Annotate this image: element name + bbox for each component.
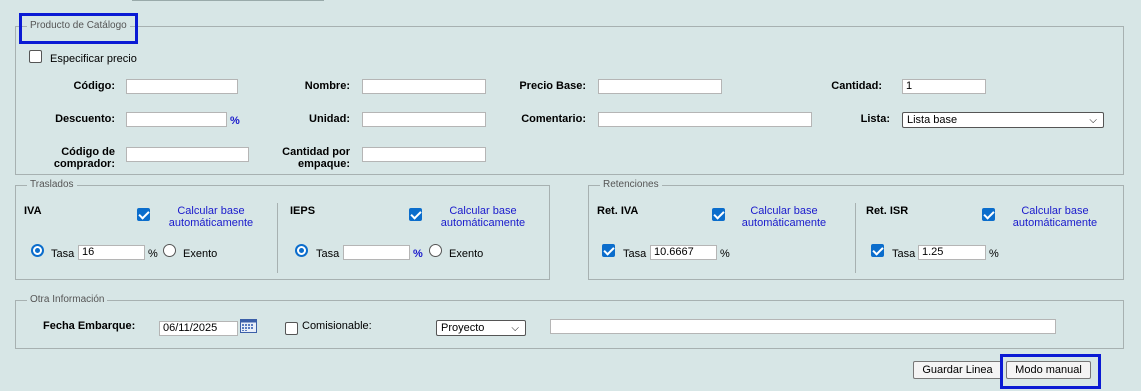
iva-calcular-line1: Calcular base: [177, 205, 245, 217]
ret-iva-calcular-line2: automáticamente: [741, 217, 827, 229]
iva-title: IVA: [24, 205, 42, 217]
cantidad-empaque-input[interactable]: [362, 147, 486, 162]
nombre-label: Nombre:: [304, 80, 350, 92]
codigo-comprador-input[interactable]: [126, 147, 249, 162]
iva-percent: %: [148, 248, 158, 260]
ieps-percent: %: [413, 248, 423, 260]
retenciones-divider: [855, 203, 856, 273]
traslados-divider: [277, 203, 278, 273]
ieps-exento-label: Exento: [449, 248, 484, 260]
ret-iva-calcular-line1: Calcular base: [750, 205, 818, 217]
codigo-input[interactable]: [126, 79, 238, 94]
precio-base-input[interactable]: [598, 79, 722, 94]
ret-iva-percent: %: [720, 248, 730, 260]
unidad-label: Unidad:: [309, 113, 350, 125]
codigo-comprador-label-1: Código de: [61, 146, 115, 158]
iva-tasa-radio[interactable]: [31, 244, 44, 257]
ieps-tasa-radio[interactable]: [295, 244, 308, 257]
nombre-input[interactable]: [362, 79, 486, 94]
descuento-label: Descuento:: [55, 113, 115, 125]
catalog-legend-highlight: [19, 13, 138, 44]
ret-isr-calcular-line2: automáticamente: [1012, 217, 1098, 229]
ieps-calcular-link[interactable]: Calcular base automáticamente: [437, 205, 529, 229]
ieps-calcular-line2: automáticamente: [440, 217, 526, 229]
especificar-precio-label: Especificar precio: [50, 53, 137, 65]
ieps-calcular-checkbox[interactable]: [409, 208, 422, 221]
comisionable-checkbox[interactable]: [285, 322, 298, 335]
cantidad-label: Cantidad:: [831, 80, 882, 92]
comisionable-label: Comisionable:: [302, 320, 372, 332]
otra-legend: Otra Información: [27, 294, 108, 306]
ret-iva-calcular-link[interactable]: Calcular base automáticamente: [738, 205, 830, 229]
cantidad-empaque-label-1: Cantidad por: [282, 146, 350, 158]
top-divider: [132, 0, 324, 1]
proyecto-select[interactable]: Proyecto ⌵: [436, 320, 526, 336]
iva-calcular-link[interactable]: Calcular base automáticamente: [165, 205, 257, 229]
retenciones-legend: Retenciones: [600, 179, 662, 191]
cantidad-empaque-label-2: empaque:: [298, 158, 350, 170]
ret-isr-tasa-label: Tasa: [892, 248, 916, 260]
proyecto-select-value: Proyecto: [441, 322, 485, 334]
codigo-comprador-label-2: comprador:: [53, 158, 115, 170]
iva-calcular-checkbox[interactable]: [137, 208, 150, 221]
lista-select[interactable]: Lista base ⌵: [902, 112, 1104, 128]
iva-exento-radio[interactable]: [163, 244, 176, 257]
iva-tasa-input[interactable]: 16: [78, 245, 145, 260]
ieps-exento-radio[interactable]: [429, 244, 442, 257]
proyecto-extra-input[interactable]: [550, 319, 1056, 334]
lista-label: Lista:: [860, 113, 890, 125]
ret-isr-calcular-line1: Calcular base: [1021, 205, 1089, 217]
especificar-precio-checkbox[interactable]: [29, 50, 42, 63]
iva-tasa-label: Tasa: [51, 248, 75, 260]
ieps-tasa-label: Tasa: [316, 248, 340, 260]
ret-isr-calcular-checkbox[interactable]: [982, 208, 995, 221]
ieps-calcular-line1: Calcular base: [449, 205, 517, 217]
codigo-label: Código:: [73, 80, 115, 92]
ret-isr-tasa-input[interactable]: 1.25: [918, 245, 986, 260]
guardar-linea-button[interactable]: Guardar Linea: [913, 361, 1002, 379]
fecha-embarque-label: Fecha Embarque:: [43, 320, 136, 332]
retenciones-fieldset: [588, 185, 1124, 280]
calendar-icon[interactable]: [240, 319, 257, 333]
ret-isr-calcular-link[interactable]: Calcular base automáticamente: [1009, 205, 1101, 229]
ieps-title: IEPS: [290, 205, 316, 217]
iva-calcular-line2: automáticamente: [168, 217, 254, 229]
precio-base-label: Precio Base:: [519, 80, 586, 92]
fecha-embarque-input[interactable]: 06/11/2025: [159, 321, 238, 336]
ret-isr-title: Ret. ISR: [866, 205, 909, 217]
chevron-down-icon: ⌵: [1089, 115, 1097, 126]
iva-exento-label: Exento: [183, 248, 218, 260]
lista-select-value: Lista base: [907, 114, 958, 126]
modo-manual-button[interactable]: Modo manual: [1006, 361, 1091, 379]
ret-isr-percent: %: [989, 248, 999, 260]
ret-iva-tasa-input[interactable]: 10.6667: [650, 245, 717, 260]
ret-iva-title: Ret. IVA: [597, 205, 639, 217]
ret-iva-calcular-checkbox[interactable]: [712, 208, 725, 221]
unidad-input[interactable]: [362, 112, 486, 127]
comentario-input[interactable]: [598, 112, 812, 127]
traslados-fieldset: [15, 185, 550, 280]
chevron-down-icon: ⌵: [511, 323, 519, 334]
cantidad-input[interactable]: 1: [902, 79, 986, 94]
descuento-input[interactable]: [126, 112, 227, 127]
descuento-percent: %: [230, 115, 240, 127]
comentario-label: Comentario:: [521, 113, 586, 125]
traslados-legend: Traslados: [27, 179, 77, 191]
ret-iva-tasa-label: Tasa: [623, 248, 647, 260]
ret-iva-tasa-checkbox[interactable]: [602, 244, 615, 257]
ieps-tasa-input[interactable]: [343, 245, 410, 260]
ret-isr-tasa-checkbox[interactable]: [871, 244, 884, 257]
